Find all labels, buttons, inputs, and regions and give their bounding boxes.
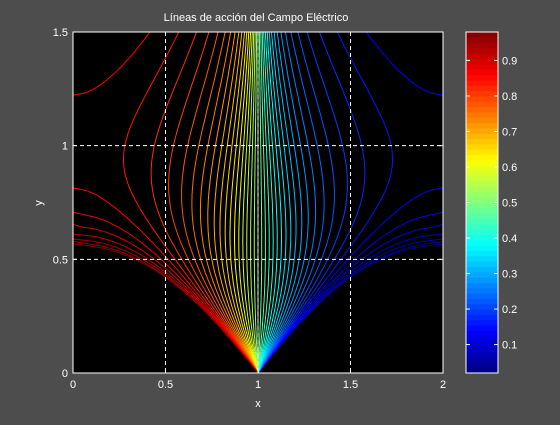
colorbar-segment: [466, 245, 498, 252]
colorbar-tick-label: 0.2: [502, 304, 517, 316]
colorbar-segment: [466, 47, 498, 54]
colorbar-segment: [466, 74, 498, 81]
x-tick-label: 1.5: [343, 379, 358, 391]
colorbar-segment: [466, 42, 498, 49]
colorbar-segment: [466, 69, 498, 76]
colorbar-segment: [466, 117, 498, 124]
x-tick-label: 1: [255, 379, 261, 391]
chart-title: Líneas de acción del Campo Eléctrico: [164, 12, 349, 24]
colorbar-segment: [466, 101, 498, 108]
colorbar-segment: [466, 53, 498, 60]
x-axis-label: x: [255, 398, 261, 410]
colorbar-segment: [466, 229, 498, 236]
colorbar-segment: [466, 287, 498, 294]
colorbar-segment: [466, 170, 498, 177]
colorbar-segment: [466, 202, 498, 209]
colorbar-segment: [466, 122, 498, 129]
colorbar-segment: [466, 149, 498, 156]
colorbar-segment: [466, 191, 498, 198]
colorbar-segment: [466, 186, 498, 193]
colorbar-segment: [466, 319, 498, 326]
colorbar-segment: [466, 314, 498, 321]
colorbar-tick-label: 0.1: [502, 340, 517, 352]
colorbar-segment: [466, 309, 498, 315]
colorbar-segment: [466, 261, 498, 268]
x-tick-label: 2: [440, 379, 446, 391]
colorbar-segment: [466, 271, 498, 278]
colorbar-tick-label: 0.3: [502, 269, 517, 281]
colorbar-segment: [466, 335, 498, 342]
colorbar-segment: [466, 127, 498, 134]
colorbar-segment: [466, 277, 498, 284]
contour-chart: Líneas de acción del Campo Eléctrico 0 0.…: [33, 12, 517, 410]
colorbar-segment: [466, 143, 498, 150]
colorbar-segment: [466, 79, 498, 86]
colorbar-segment: [466, 303, 498, 310]
colorbar-segment: [466, 266, 498, 273]
colorbar-segment: [466, 154, 498, 161]
colorbar-segment: [466, 133, 498, 140]
y-tick-label: 1: [62, 141, 68, 153]
x-tick-label: 0: [70, 379, 76, 391]
colorbar-segment: [466, 218, 498, 225]
colorbar-segment: [466, 346, 498, 353]
colorbar-segment: [466, 90, 498, 97]
colorbar-segment: [466, 175, 498, 182]
colorbar-tick-label: 0.6: [502, 162, 517, 174]
colorbar-segment: [466, 63, 498, 70]
colorbar-segment: [466, 293, 498, 300]
colorbar-segment: [466, 255, 498, 262]
colorbar-segment: [466, 362, 498, 369]
colorbar-segment: [466, 239, 498, 246]
colorbar-segment: [466, 32, 498, 38]
colorbar-segment: [466, 234, 498, 241]
colorbar-segment: [466, 138, 498, 145]
colorbar-segment: [466, 159, 498, 166]
figure: Líneas de acción del Campo Eléctrico 0 0.…: [0, 0, 560, 420]
colorbar-segment: [466, 357, 498, 363]
colorbar-segment: [466, 250, 498, 257]
colorbar-segment: [466, 330, 498, 337]
x-tick-label: 0.5: [158, 379, 173, 391]
colorbar-segment: [466, 181, 498, 188]
colorbar-tick-label: 0.8: [502, 91, 517, 103]
y-tick-label: 0: [62, 368, 68, 380]
colorbar-segment: [466, 106, 498, 113]
colorbar-tick-label: 0.5: [502, 198, 517, 210]
colorbar-segment: [466, 165, 498, 172]
colorbar-tick-label: 0.9: [502, 55, 517, 67]
colorbar-segment: [466, 207, 498, 214]
colorbar-segment: [466, 298, 498, 305]
y-tick-label: 0.5: [53, 254, 68, 266]
colorbar-segment: [466, 85, 498, 92]
colorbar-tick-label: 0.7: [502, 126, 517, 138]
colorbar-segment: [466, 325, 498, 331]
colorbar: 0.1 0.2 0.3 0.4 0.5 0.6 0.7 0.8 0.9: [465, 31, 517, 374]
colorbar-segment: [466, 197, 498, 204]
colorbar-segment: [466, 37, 498, 44]
colorbar-tick-label: 0.4: [502, 233, 517, 245]
colorbar-segment: [466, 223, 498, 230]
colorbar-segment: [466, 111, 498, 118]
colorbar-segment: [466, 58, 498, 65]
colorbar-segment: [466, 341, 498, 347]
colorbar-segment: [466, 213, 498, 220]
colorbar-segment: [466, 95, 498, 102]
colorbar-segment: [466, 282, 498, 289]
y-tick-label: 1.5: [53, 27, 68, 39]
y-axis-label: y: [33, 200, 45, 206]
colorbar-segment: [466, 351, 498, 358]
